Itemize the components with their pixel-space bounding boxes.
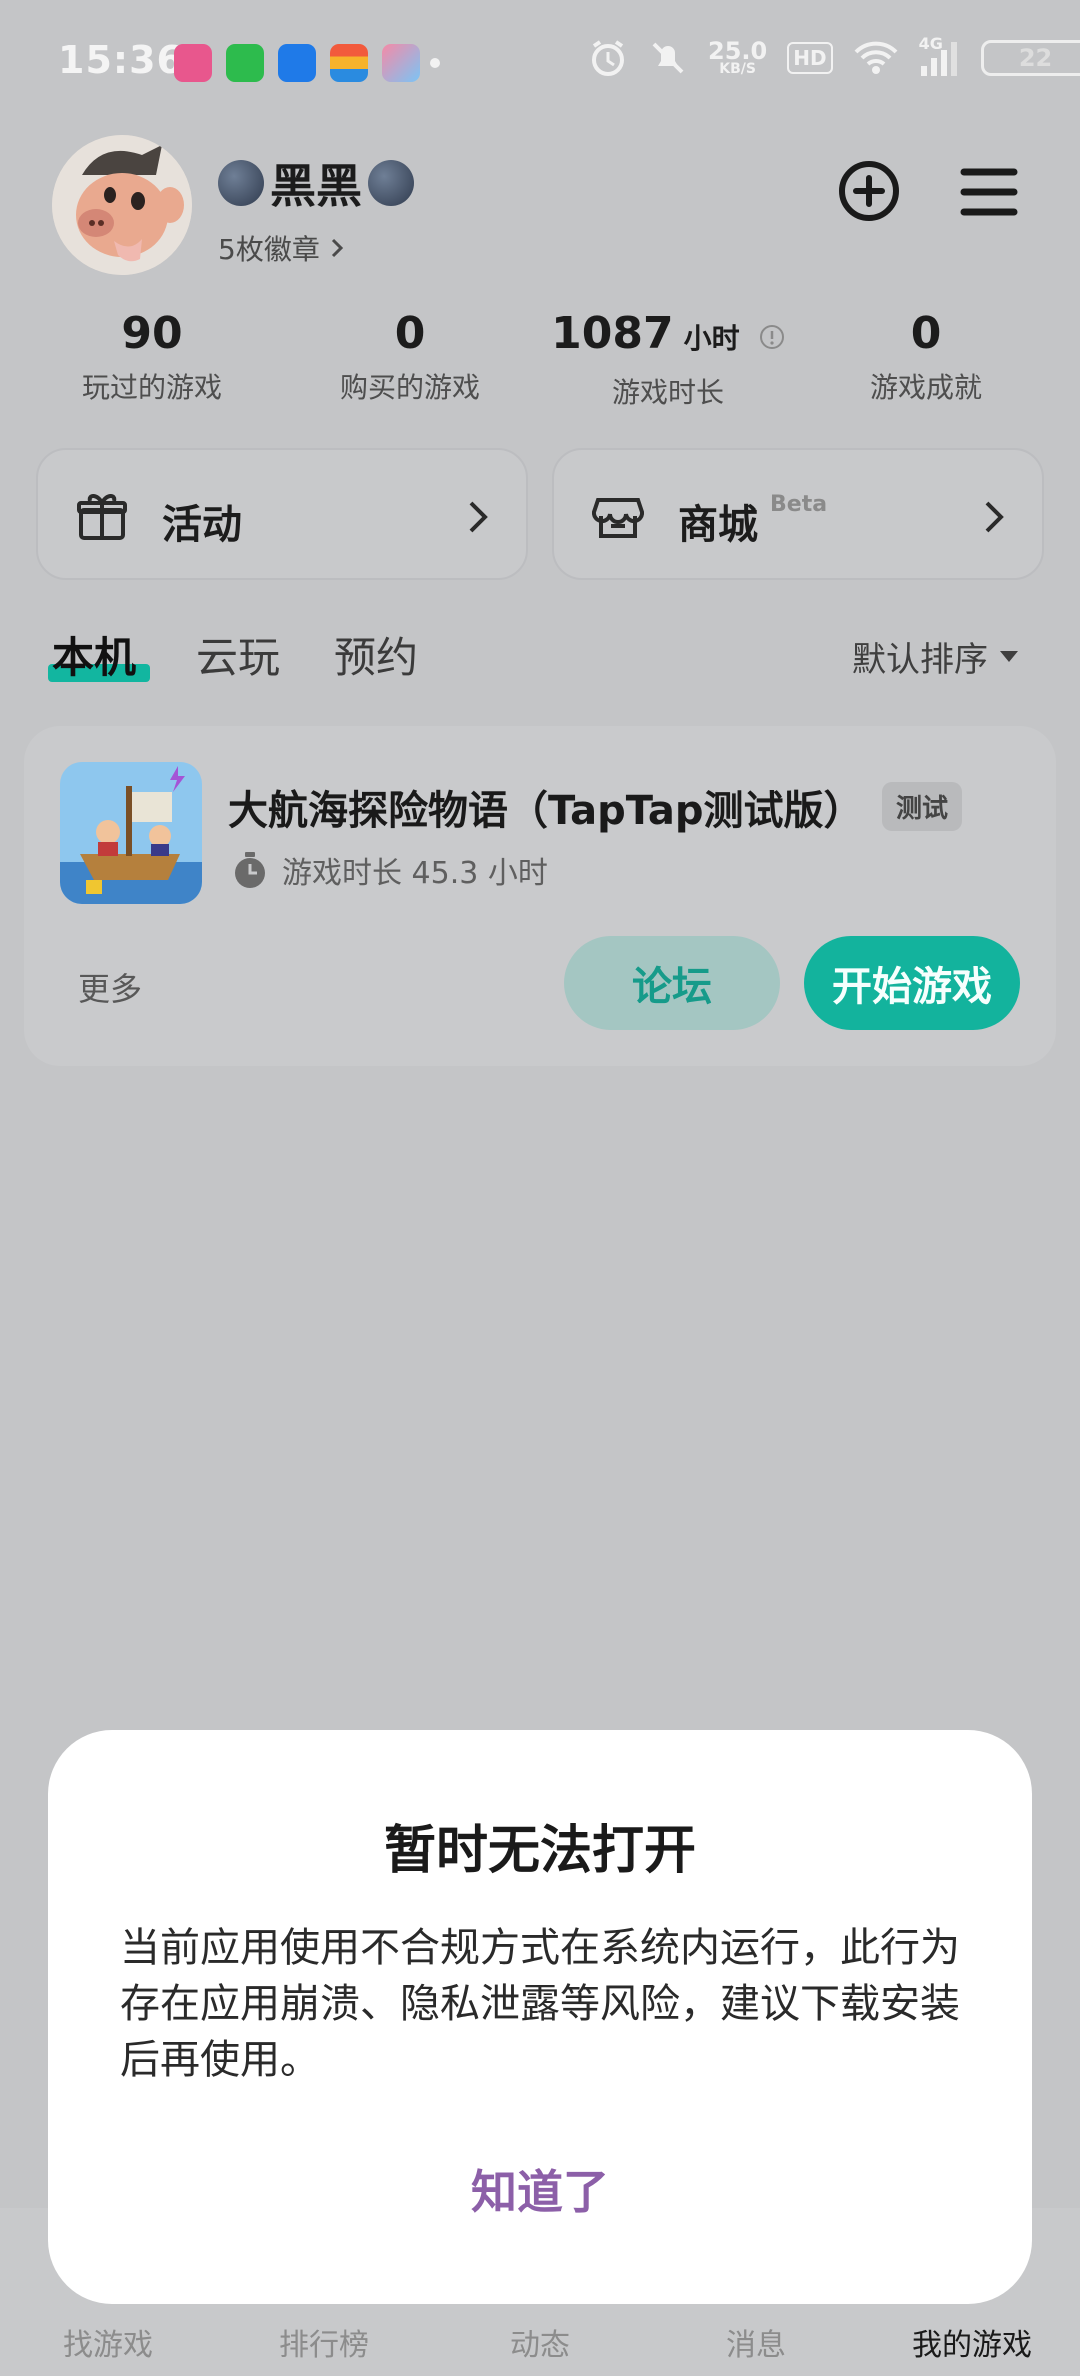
dialog-message: 当前应用使用不合规方式在系统内运行，此行为存在应用崩溃、隐私泄露等风险，建议下载… [120,1925,960,2083]
forum-button[interactable]: 论坛 [564,936,780,1030]
stat-played-games[interactable]: 90 玩过的游戏 [22,306,282,406]
battery-level: 22 [1018,44,1053,72]
stopwatch-icon [235,852,265,888]
nav-find-games[interactable]: 找游戏 [18,2320,198,2364]
add-circle-icon[interactable] [838,160,900,222]
wifi-icon [854,41,897,74]
moon-emoji-icon [368,160,414,206]
gift-icon [77,494,127,540]
start-game-button[interactable]: 开始游戏 [804,936,1020,1030]
badges-link[interactable]: 5枚徽章 [218,228,344,268]
nav-rankings[interactable]: 排行榜 [234,2320,414,2364]
sort-label: 默认排序 [852,640,988,680]
tab-local[interactable]: 本机 [52,624,136,685]
username-text: 黑黑 [270,159,362,213]
menu-icon[interactable] [960,164,1018,220]
game-icon[interactable] [60,762,202,904]
dialog-title: 暂时无法打开 [383,1821,696,1881]
stat-label: 游戏成就 [869,371,982,404]
chevron-right-icon [985,501,1004,533]
bilibili-app-icon [174,44,212,82]
wallet-app-icon [330,44,368,82]
stat-value: 90 [121,308,183,359]
stat-label: 游戏时长 [611,376,724,409]
nav-feed[interactable]: 动态 [450,2320,630,2364]
username[interactable]: 黑黑 [218,150,414,216]
blue-app-icon [278,44,316,82]
activity-card[interactable]: 活动 [36,448,528,580]
activity-label: 活动 [162,502,242,548]
network-speed: 25.0 KB/S [708,37,768,77]
test-tag: 测试 [882,782,963,831]
stat-achievements[interactable]: 0 游戏成就 [796,306,1056,406]
store-icon [592,498,644,538]
badges-label: 5枚徽章 [218,233,320,266]
chevron-right-icon [469,501,488,533]
game-title[interactable]: 大航海探险物语（TapTap测试版） [228,778,864,836]
status-bar: 15:36 25.0 KB/S HD 4G 22 [0,0,1080,130]
more-button[interactable]: 更多 [78,964,142,1010]
hd-icon: HD [787,42,833,74]
nav-messages[interactable]: 消息 [666,2320,846,2364]
nav-my-games[interactable]: 我的游戏 [882,2320,1062,2364]
cellular-signal-icon: 4G [919,34,961,78]
stat-value: 1087 [551,308,674,359]
stat-unit: 小时 [683,322,740,355]
beta-badge: Beta [770,492,828,517]
stat-value: 0 [910,308,942,359]
notification-app-icons [174,44,420,82]
status-time: 15:36 [58,38,184,82]
network-speed-unit: KB/S [719,61,756,77]
chevron-right-icon [331,238,343,258]
system-icons: 25.0 KB/S HD 4G 22 [588,34,1080,78]
network-speed-value: 25.0 [708,37,768,65]
pig-avatar-icon [52,135,192,275]
silent-bell-icon [652,42,684,74]
battery-icon: 22 [980,40,1080,76]
stat-label: 购买的游戏 [339,371,480,404]
alarm-icon [592,40,624,76]
tab-cloud[interactable]: 云玩 [196,624,280,685]
stat-value: 0 [394,308,426,359]
store-label: 商城 [678,502,758,548]
avatar[interactable] [52,135,192,275]
stat-label: 玩过的游戏 [81,371,222,404]
sort-dropdown[interactable]: 默认排序 [852,632,1018,681]
moon-emoji-icon [218,160,264,206]
playtime-text: 游戏时长 45.3 小时 [282,856,548,891]
dialog-ok-button[interactable]: 知道了 [48,2156,1032,2222]
stat-purchased-games[interactable]: 0 购买的游戏 [280,306,540,406]
tab-reservations[interactable]: 预约 [334,624,418,685]
caret-down-icon [1000,651,1018,662]
green-app-icon [226,44,264,82]
more-notifications-dot [430,58,440,68]
stat-play-time[interactable]: 1087 小时 游戏时长 [538,306,798,411]
pirate-ship-game-icon [60,762,202,904]
info-icon[interactable] [759,324,785,350]
store-card[interactable]: 商城 Beta [552,448,1044,580]
game-playtime: 游戏时长 45.3 小时 [232,848,548,892]
gallery-app-icon [382,44,420,82]
